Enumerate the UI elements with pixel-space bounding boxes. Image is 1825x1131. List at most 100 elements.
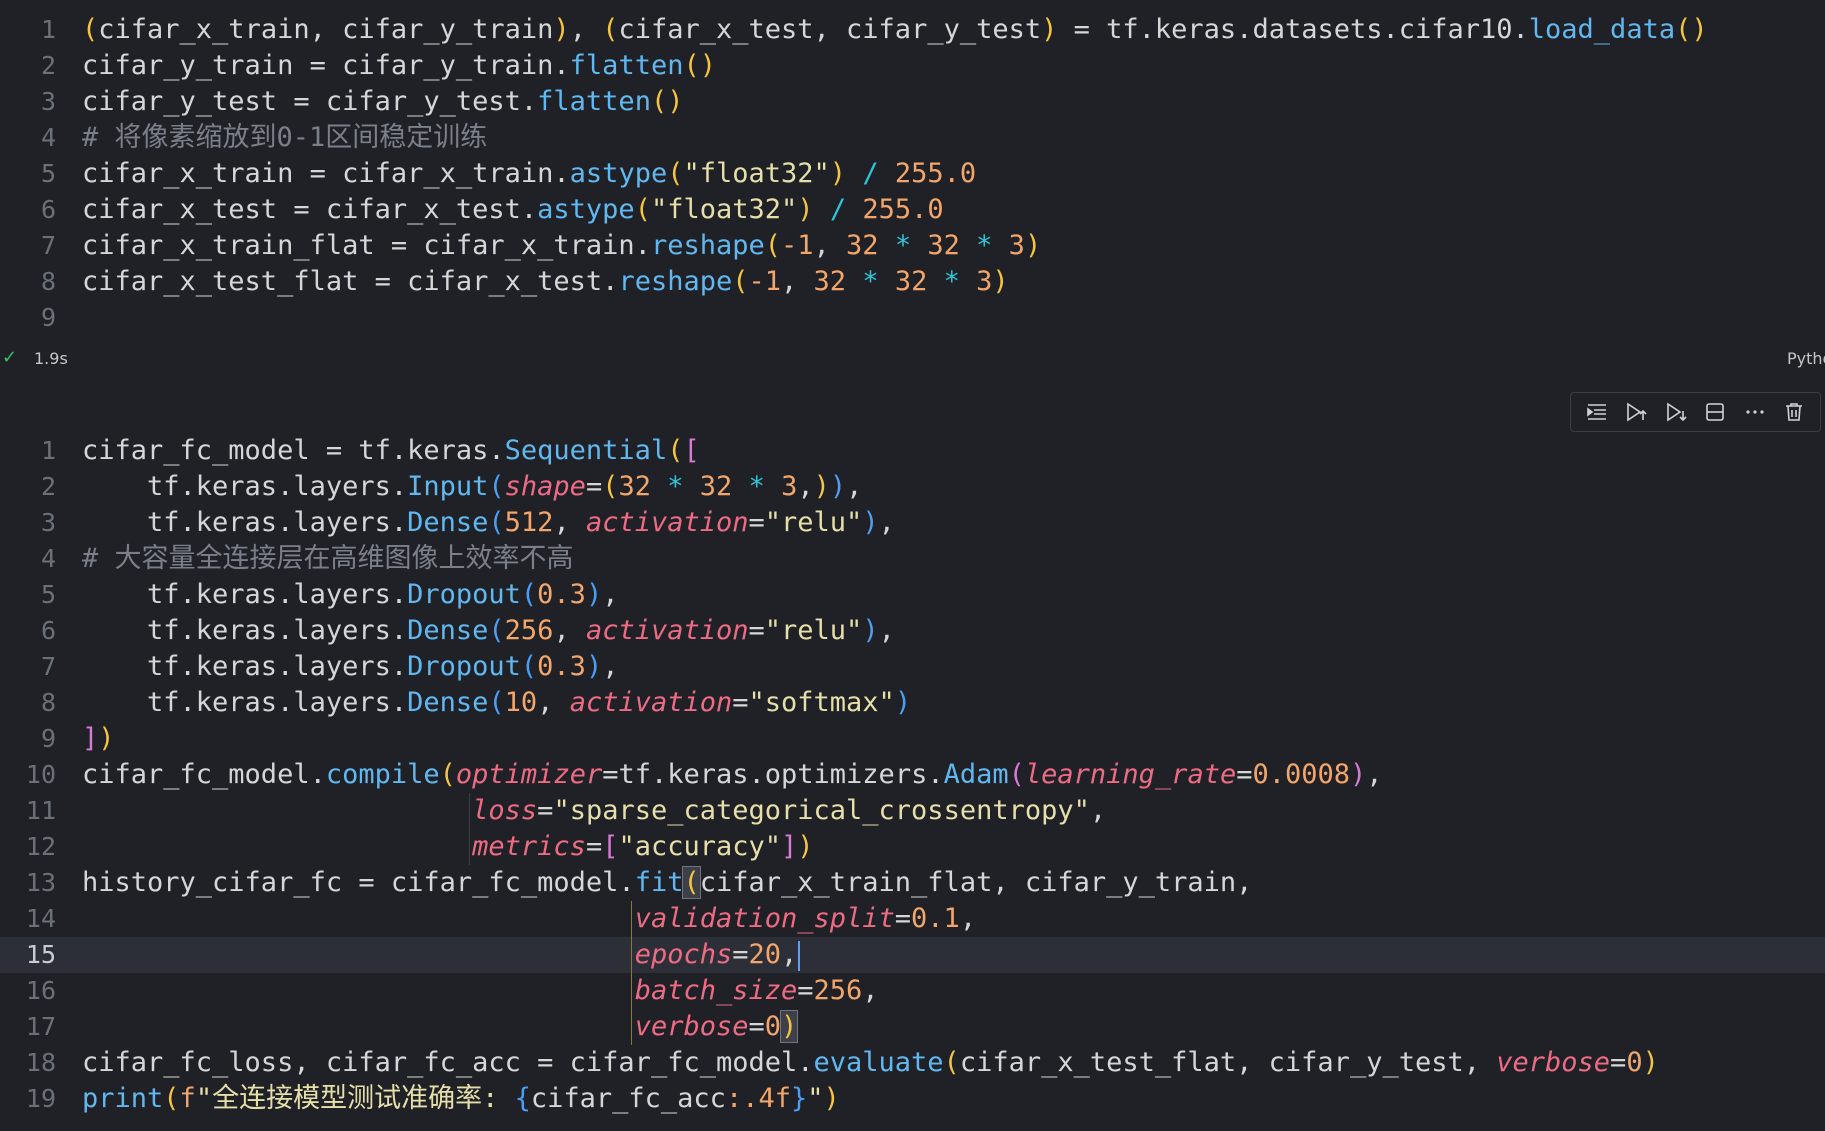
- code-token: "sparse_categorical_crossentropy": [553, 795, 1090, 826]
- code-token: 3: [781, 471, 798, 502]
- run-above-button[interactable]: [1620, 396, 1652, 428]
- code-line[interactable]: 18 cifar_fc_loss, cifar_fc_acc = cifar_fc…: [0, 1045, 1825, 1081]
- code-line[interactable]: 1 cifar_fc_model = tf.keras.Sequential([: [0, 433, 1825, 469]
- check-icon: ✓: [2, 347, 18, 368]
- code-token: 256: [813, 975, 863, 1006]
- code-line[interactable]: 9: [0, 300, 1825, 336]
- code-line[interactable]: 10 cifar_fc_model.compile(optimizer=tf.ke…: [0, 757, 1825, 793]
- code-token: ): [1041, 14, 1058, 45]
- code-token: *: [748, 471, 765, 502]
- code-token: ,: [1366, 759, 1383, 790]
- delete-cell-button[interactable]: [1778, 396, 1810, 428]
- run-by-line-button[interactable]: [1581, 396, 1613, 428]
- code-line[interactable]: 3 tf.keras.layers.Dense(512, activation=…: [0, 505, 1825, 541]
- code-line[interactable]: 7 tf.keras.layers.Dropout(0.3),: [0, 649, 1825, 685]
- code-token: cifar_x_train, cifar_y_train: [98, 14, 554, 45]
- code-cell-2[interactable]: 1 cifar_fc_model = tf.keras.Sequential([2…: [0, 375, 1825, 1131]
- code-line[interactable]: 6 cifar_x_test = cifar_x_test.astype("flo…: [0, 192, 1825, 228]
- code-token: (: [488, 687, 505, 718]
- code-line[interactable]: 7 cifar_x_train_flat = cifar_x_train.resh…: [0, 228, 1825, 264]
- code-token: 0.3: [537, 579, 586, 610]
- code-token: tf.keras.layers.: [82, 507, 408, 538]
- run-by-line-icon: [1586, 404, 1606, 420]
- code-token: =: [732, 687, 749, 718]
- code-line[interactable]: 4 # 将像素缩放到0-1区间稳定训练: [0, 120, 1825, 156]
- code-line[interactable]: 2 cifar_y_train = cifar_y_train.flatten(): [0, 48, 1825, 84]
- code-token: ,: [878, 507, 895, 538]
- code-token: tf.keras.layers.: [82, 579, 408, 610]
- code-token: 32: [894, 266, 928, 297]
- code-token: =: [585, 831, 603, 862]
- run-below-button[interactable]: [1660, 396, 1692, 428]
- code-line[interactable]: 8 tf.keras.layers.Dense(10, activation="…: [0, 685, 1825, 721]
- line-number: 1: [40, 436, 56, 465]
- code-token: ): [813, 471, 830, 502]
- code-token: loss: [472, 795, 538, 826]
- code-editor-2[interactable]: 1 cifar_fc_model = tf.keras.Sequential([2…: [0, 433, 1825, 1117]
- code-line[interactable]: 4 # 大容量全连接层在高维图像上效率不高: [0, 541, 1825, 577]
- code-line[interactable]: 12 metrics=["accuracy"]): [0, 829, 1825, 865]
- code-token: ): [797, 831, 814, 862]
- line-number: 3: [40, 87, 56, 116]
- code-line[interactable]: 11 loss="sparse_categorical_crossentropy…: [0, 793, 1825, 829]
- code-token: 32: [846, 230, 879, 261]
- code-token: ): [823, 1083, 840, 1114]
- code-line[interactable]: 19 print(f"全连接模型测试准确率: {cifar_fc_acc:.4f}…: [0, 1081, 1825, 1117]
- line-number: 15: [25, 940, 56, 969]
- code-token: (: [439, 759, 456, 790]
- code-token: reshape: [618, 266, 733, 297]
- code-line[interactable]: 17 verbose=0): [0, 1009, 1825, 1045]
- code-token: 20: [748, 939, 782, 970]
- code-token: (: [520, 651, 538, 682]
- line-number: 6: [40, 616, 56, 645]
- code-token: ): [1350, 759, 1367, 790]
- code-line[interactable]: 15 epochs=20,: [0, 937, 1825, 973]
- code-token: (: [634, 194, 651, 225]
- code-line[interactable]: 2 tf.keras.layers.Input(shape=(32 * 32 *…: [0, 469, 1825, 505]
- line-source: epochs=20,: [82, 937, 801, 973]
- code-token: ): [98, 723, 115, 754]
- code-line[interactable]: 16 batch_size=256,: [0, 973, 1825, 1009]
- code-token: ,: [846, 471, 863, 502]
- code-token: /: [829, 194, 847, 225]
- code-line[interactable]: 5 cifar_x_train = cifar_x_train.astype("f…: [0, 156, 1825, 192]
- code-token: 32: [927, 230, 960, 261]
- line-number: 3: [40, 508, 56, 537]
- code-line[interactable]: 1 (cifar_x_train, cifar_y_train), (cifar_…: [0, 12, 1825, 48]
- code-token: [: [683, 435, 700, 466]
- more-actions-icon: [1746, 410, 1764, 414]
- code-line[interactable]: 14 validation_split=0.1,: [0, 901, 1825, 937]
- code-editor-1[interactable]: 1 (cifar_x_train, cifar_y_train), (cifar_…: [0, 12, 1825, 336]
- line-number: 12: [25, 832, 56, 861]
- more-actions-button[interactable]: [1739, 396, 1771, 428]
- code-token: ": [807, 1083, 824, 1114]
- code-token: 32: [699, 471, 733, 502]
- code-line[interactable]: 3 cifar_y_test = cifar_y_test.flatten(): [0, 84, 1825, 120]
- code-cell-1[interactable]: 1 (cifar_x_train, cifar_y_train), (cifar_…: [0, 0, 1825, 341]
- code-token: ): [862, 615, 879, 646]
- code-line[interactable]: 13 history_cifar_fc = cifar_fc_model.fit(…: [0, 865, 1825, 901]
- code-token: (: [667, 435, 684, 466]
- code-token: Adam: [943, 759, 1009, 790]
- line-source: cifar_y_test = cifar_y_test.flatten(): [82, 84, 683, 120]
- code-token: astype: [537, 194, 635, 225]
- split-cell-button[interactable]: [1699, 396, 1731, 428]
- code-token: Sequential: [504, 435, 668, 466]
- code-line[interactable]: 9]): [0, 721, 1825, 757]
- code-token: flatten: [569, 50, 684, 81]
- code-line[interactable]: 8 cifar_x_test_flat = cifar_x_test.reshap…: [0, 264, 1825, 300]
- kernel-language[interactable]: Python: [1787, 349, 1825, 368]
- code-line[interactable]: 5 tf.keras.layers.Dropout(0.3),: [0, 577, 1825, 613]
- code-token: (: [732, 266, 749, 297]
- code-token: 512: [504, 507, 554, 538]
- line-source: cifar_x_train_flat = cifar_x_train.resha…: [82, 228, 1041, 264]
- line-source: cifar_x_test_flat = cifar_x_test.reshape…: [82, 264, 1009, 300]
- code-line[interactable]: 6 tf.keras.layers.Dense(256, activation=…: [0, 613, 1825, 649]
- code-token: history_cifar_fc = cifar_fc_model.: [82, 867, 635, 898]
- code-token: =: [748, 507, 765, 538]
